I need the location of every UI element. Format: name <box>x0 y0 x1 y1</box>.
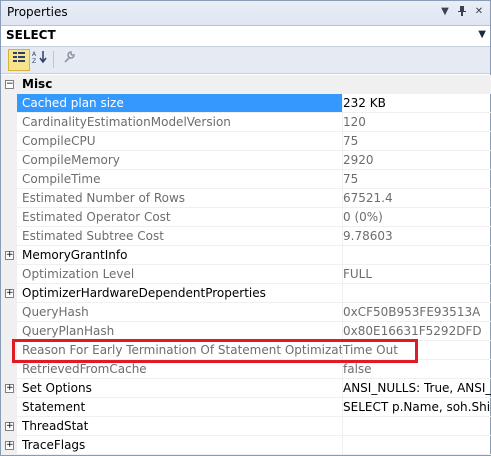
alphabetical-sort-icon[interactable]: A Z <box>30 50 50 69</box>
collapse-icon[interactable]: − <box>5 80 14 89</box>
property-name: Estimated Subtree Cost <box>17 227 343 246</box>
chevron-down-icon[interactable]: ▼ <box>478 29 486 40</box>
property-name: CompileMemory <box>17 151 343 170</box>
property-name: Cached plan size <box>17 94 343 113</box>
property-row[interactable]: CompileTime 75 <box>1 170 491 189</box>
property-row[interactable]: CompileCPU 75 <box>1 132 491 151</box>
property-pages-wrench-icon[interactable] <box>59 50 79 69</box>
expand-icon[interactable]: + <box>5 384 14 393</box>
property-value: 0 (0%) <box>339 208 491 227</box>
property-value: 9.78603 <box>339 227 491 246</box>
property-row[interactable]: RetrievedFromCache false <box>1 360 491 379</box>
property-value: 75 <box>339 170 491 189</box>
property-name: OptimizerHardwareDependentProperties <box>17 284 343 303</box>
property-row[interactable]: QueryHash 0xCF50B953FE93513A <box>1 303 491 322</box>
property-row[interactable]: Estimated Number of Rows 67521.4 <box>1 189 491 208</box>
close-icon[interactable]: ✕ <box>472 5 486 19</box>
property-row-expandable[interactable]: + Set Options ANSI_NULLS: True, ANSI_PA <box>1 379 491 398</box>
property-value: Time Out <box>339 341 491 360</box>
property-name: CompileTime <box>17 170 343 189</box>
category-label: Misc <box>17 75 491 94</box>
property-value: 0xCF50B953FE93513A <box>339 303 491 322</box>
property-name: QueryHash <box>17 303 343 322</box>
property-value <box>339 436 491 455</box>
property-row[interactable]: Estimated Operator Cost 0 (0%) <box>1 208 491 227</box>
property-name: ThreadStat <box>17 417 343 436</box>
object-selector[interactable]: SELECT ▼ <box>1 26 490 47</box>
property-row[interactable]: CompileMemory 2920 <box>1 151 491 170</box>
categorized-view-button[interactable] <box>8 49 30 71</box>
property-name: Statement <box>17 398 343 417</box>
category-row[interactable]: − Misc <box>1 75 491 94</box>
svg-text:A: A <box>32 51 37 58</box>
selected-object: SELECT <box>6 28 56 42</box>
property-name: CompileCPU <box>17 132 343 151</box>
property-value: 232 KB <box>339 94 491 113</box>
property-name: Estimated Number of Rows <box>17 189 343 208</box>
property-value: 2920 <box>339 151 491 170</box>
property-value: 75 <box>339 132 491 151</box>
title-bar: Properties ▼ ✕ <box>1 1 490 26</box>
property-value: ANSI_NULLS: True, ANSI_PA <box>339 379 491 398</box>
expand-icon[interactable]: + <box>5 441 14 450</box>
property-row-expandable[interactable]: + MemoryGrantInfo <box>1 246 491 265</box>
property-value <box>339 284 491 303</box>
expand-icon[interactable]: + <box>5 422 14 431</box>
expand-icon[interactable]: + <box>5 289 14 298</box>
property-name: TraceFlags <box>17 436 343 455</box>
window-title: Properties <box>7 5 68 19</box>
property-row[interactable]: CardinalityEstimationModelVersion 120 <box>1 113 491 132</box>
property-name: Set Options <box>17 379 343 398</box>
property-name: Optimization Level <box>17 265 343 284</box>
property-name: Estimated Operator Cost <box>17 208 343 227</box>
property-name: CardinalityEstimationModelVersion <box>17 113 343 132</box>
property-value: FULL <box>339 265 491 284</box>
property-value: false <box>339 360 491 379</box>
property-row-early-termination[interactable]: Reason For Early Termination Of Statemen… <box>1 341 491 360</box>
property-row[interactable]: Estimated Subtree Cost 9.78603 <box>1 227 491 246</box>
property-value <box>339 246 491 265</box>
property-value: 120 <box>339 113 491 132</box>
toolbar: A Z <box>1 47 490 74</box>
property-grid: − Misc Cached plan size 232 KB Cardinali… <box>1 75 491 455</box>
window-position-dropdown-icon[interactable]: ▼ <box>438 5 452 19</box>
property-value: SELECT p.Name, soh.ShipDa <box>339 398 491 417</box>
property-row-expandable[interactable]: + ThreadStat <box>1 417 491 436</box>
property-row[interactable]: QueryPlanHash 0x80E16631F5292DFD <box>1 322 491 341</box>
property-name: MemoryGrantInfo <box>17 246 343 265</box>
property-row-expandable[interactable]: + TraceFlags <box>1 436 491 455</box>
svg-text:Z: Z <box>32 58 36 64</box>
property-value: 0x80E16631F5292DFD <box>339 322 491 341</box>
property-value: 67521.4 <box>339 189 491 208</box>
property-name: QueryPlanHash <box>17 322 343 341</box>
pin-icon[interactable] <box>455 5 469 19</box>
properties-window: Properties ▼ ✕ SELECT ▼ A Z − Misc Cache… <box>0 0 491 456</box>
property-value <box>339 417 491 436</box>
property-row-cached-plan-size[interactable]: Cached plan size 232 KB <box>1 94 491 113</box>
toolbar-separator <box>53 51 54 68</box>
property-row[interactable]: Statement SELECT p.Name, soh.ShipDa <box>1 398 491 417</box>
property-name: Reason For Early Termination Of Statemen… <box>17 341 343 360</box>
property-row-expandable[interactable]: + OptimizerHardwareDependentProperties <box>1 284 491 303</box>
property-row[interactable]: Optimization Level FULL <box>1 265 491 284</box>
expand-icon[interactable]: + <box>5 251 14 260</box>
property-name: RetrievedFromCache <box>17 360 343 379</box>
